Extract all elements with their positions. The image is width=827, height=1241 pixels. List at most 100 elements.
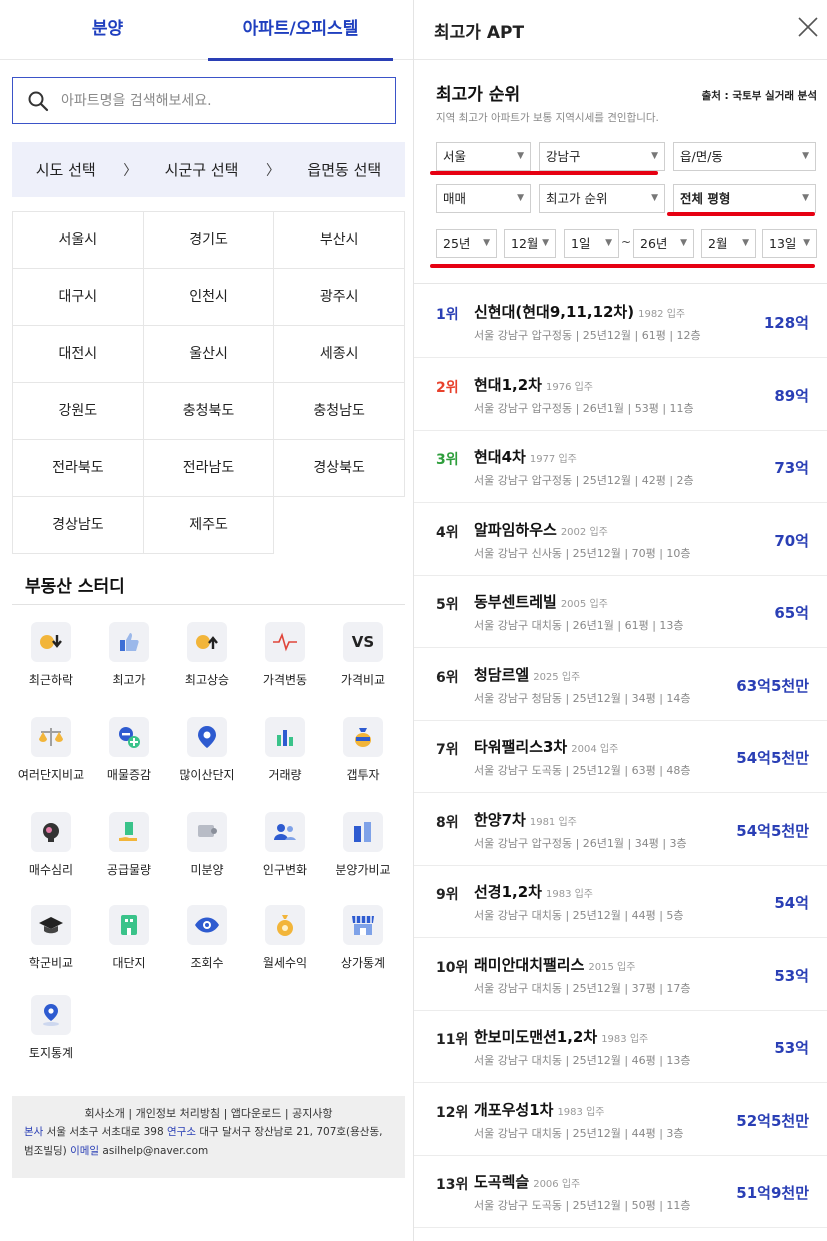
vs-icon: VS xyxy=(343,622,383,662)
apartment-name: 신현대(현대9,11,12차) 1982 입주 xyxy=(474,303,686,321)
rank-label: 12위 xyxy=(436,1104,469,1121)
region-cell[interactable]: 세종시 xyxy=(274,326,406,383)
tool-highest-rise[interactable]: 최고상승 xyxy=(168,622,246,689)
footer-links[interactable]: 회사소개 | 개인정보 처리방침 | 앱다운로드 | 공지사항 xyxy=(24,1104,393,1123)
region-cell[interactable]: 울산시 xyxy=(143,326,275,383)
order-select[interactable]: 최고가 순위 ▼ xyxy=(539,184,665,213)
tab-apartment-officetel[interactable]: 아파트/오피스텔 xyxy=(208,0,393,61)
search-box[interactable] xyxy=(12,77,396,124)
dropdown-arrow-icon: ▼ xyxy=(803,238,810,248)
price: 70억 xyxy=(774,531,809,550)
to-year-select[interactable]: 26년 ▼ xyxy=(633,229,694,258)
ranking-item[interactable]: 7위 타워팰리스3차 2004 입주 서울 강남구 도곡동 | 25년12월 | 63… xyxy=(414,721,827,793)
rank-label: 13위 xyxy=(436,1177,469,1193)
select-eupmyeondong[interactable]: 읍면동 선택 xyxy=(307,159,381,180)
region-cell[interactable]: 대전시 xyxy=(13,326,144,383)
scale-icon xyxy=(31,717,71,757)
apartment-name: 도곡렉슬 2006 입주 xyxy=(474,1173,581,1191)
ranking-item[interactable]: 3위 현대4차 1977 입주 서울 강남구 압구정동 | 25년12월 | 42평 … xyxy=(414,431,827,503)
search-icon xyxy=(28,91,49,112)
deal-type-select[interactable]: 매매 ▼ xyxy=(436,184,531,213)
size-select[interactable]: 전체 평형 ▼ xyxy=(673,184,816,213)
ranking-item[interactable]: 2위 현대1,2차 1976 입주 서울 강남구 압구정동 | 26년1월 | 53평… xyxy=(414,359,827,431)
apartment-name: 청담르엘 2025 입주 xyxy=(474,665,581,684)
apartment-name: 현대4차 1977 입주 xyxy=(474,448,577,466)
tab-presale[interactable]: 분양 xyxy=(20,0,195,60)
region-cell[interactable]: 대구시 xyxy=(13,269,144,326)
dropdown-arrow-icon: ▼ xyxy=(802,151,809,161)
ranking-item[interactable]: 1위 신현대(현대9,11,12차) 1982 입주 서울 강남구 압구정동 | 25… xyxy=(414,286,827,358)
tool-rent-income[interactable]: 월세수익 xyxy=(246,905,324,972)
region-cell[interactable]: 경상남도 xyxy=(13,497,144,554)
region-cell[interactable]: 부산시 xyxy=(274,212,406,269)
tool-price-compare[interactable]: VS 가격비교 xyxy=(324,622,402,689)
ranking-item[interactable]: 4위 알파임하우스 2002 입주 서울 강남구 신사동 | 25년12월 | 70평… xyxy=(414,504,827,576)
dropdown-arrow-icon: ▼ xyxy=(802,193,809,203)
tool-land-stats[interactable]: 토지통계 xyxy=(12,995,90,1062)
apartment-meta: 서울 강남구 신사동 | 25년12월 | 70평 | 10층 xyxy=(474,546,691,560)
tool-most-bought[interactable]: 많이산단지 xyxy=(168,717,246,784)
tool-price-change[interactable]: 가격변동 xyxy=(246,622,324,689)
from-month-select[interactable]: 12월 ▼ xyxy=(504,229,556,258)
region-cell[interactable]: 경기도 xyxy=(143,212,275,269)
apartment-name: 한보미도맨션1,2차 1983 입주 xyxy=(474,1028,649,1046)
ranking-item[interactable]: 10위 래미안대치팰리스 2015 입주 서울 강남구 대치동 | 25년12월 | … xyxy=(414,939,827,1011)
region-cell[interactable]: 서울시 xyxy=(13,212,144,269)
to-day-select[interactable]: 13일 ▼ xyxy=(762,229,817,258)
tool-supply[interactable]: 공급물량 xyxy=(90,812,168,879)
region-cell[interactable]: 충청남도 xyxy=(274,383,406,440)
region-cell[interactable]: 전라북도 xyxy=(13,440,144,497)
region-cell[interactable]: 인천시 xyxy=(143,269,275,326)
apartment-name: 한양7차 1981 입주 xyxy=(474,810,577,829)
tool-presale-compare[interactable]: 분양가비교 xyxy=(324,812,402,879)
tool-large-complex[interactable]: 대단지 xyxy=(90,905,168,972)
building-hand-icon xyxy=(109,812,149,852)
dropdown-arrow-icon: ▼ xyxy=(605,238,612,248)
tool-highest-price[interactable]: 최고가 xyxy=(90,622,168,689)
tool-listing-change[interactable]: 매물증감 xyxy=(90,717,168,784)
region-breadcrumb: 시도 선택 〉 시군구 선택 〉 읍면동 선택 xyxy=(12,142,405,197)
apartment-meta: 서울 강남구 대치동 | 25년12월 | 44평 | 3층 xyxy=(474,1126,684,1140)
tool-trade-volume[interactable]: 거래량 xyxy=(246,717,324,784)
tool-view-count[interactable]: 조회수 xyxy=(168,905,246,972)
select-sido[interactable]: 시도 선택 xyxy=(36,159,96,180)
tool-buyer-sentiment[interactable]: 매수심리 xyxy=(12,812,90,879)
region-cell[interactable]: 광주시 xyxy=(274,269,406,326)
region-cell[interactable]: 전라남도 xyxy=(143,440,275,497)
close-icon[interactable] xyxy=(795,14,821,40)
tool-population[interactable]: 인구변화 xyxy=(246,812,324,879)
region-cell[interactable]: 경상북도 xyxy=(274,440,406,497)
tool-store-stats[interactable]: 상가통계 xyxy=(324,905,402,972)
region-cell[interactable]: 제주도 xyxy=(143,497,275,554)
select-sigungu[interactable]: 시군구 선택 xyxy=(165,159,239,180)
ranking-item[interactable]: 5위 동부센트레빌 2005 입주 서울 강남구 대치동 | 26년1월 | 61평 … xyxy=(414,576,827,648)
search-input[interactable] xyxy=(59,86,379,116)
move-in-year: 1982 입주 xyxy=(638,309,686,320)
sigungu-select[interactable]: 강남구 ▼ xyxy=(539,142,665,171)
rank-label: 4위 xyxy=(436,524,459,541)
ranking-item[interactable]: 6위 청담르엘 2025 입주 서울 강남구 청담동 | 25년12월 | 34평 |… xyxy=(414,649,827,721)
move-in-year: 1981 입주 xyxy=(529,816,577,828)
tool-school-district[interactable]: 학군비교 xyxy=(12,905,90,972)
region-cell[interactable]: 충청북도 xyxy=(143,383,275,440)
from-year-select[interactable]: 25년 ▼ xyxy=(436,229,497,258)
panel-header: 최고가 APT xyxy=(414,0,827,60)
region-cell[interactable]: 강원도 xyxy=(13,383,144,440)
tool-multi-compare[interactable]: 여러단지비교 xyxy=(12,717,90,784)
to-month-select[interactable]: 2월 ▼ xyxy=(701,229,756,258)
sido-select[interactable]: 서울 ▼ xyxy=(436,142,531,171)
tool-recent-drop[interactable]: 최근하락 xyxy=(12,622,90,689)
tool-gap-investment[interactable]: 갭투자 xyxy=(324,717,402,784)
move-in-year: 2025 입주 xyxy=(533,671,581,683)
ranking-item[interactable]: 12위 개포우성1차 1983 입주 서울 강남구 대치동 | 25년12월 | 44… xyxy=(414,1084,827,1156)
move-in-year: 1976 입주 xyxy=(545,381,594,393)
tool-unsold[interactable]: 미분양 xyxy=(168,812,246,879)
price: 89억 xyxy=(774,386,809,405)
from-day-select[interactable]: 1일 ▼ xyxy=(564,229,619,258)
dong-select[interactable]: 읍/면/동 ▼ xyxy=(673,142,816,171)
ranking-item[interactable]: 13위 도곡렉슬 2006 입주 서울 강남구 도곡동 | 25년12월 | 50평 … xyxy=(414,1156,827,1228)
ranking-item[interactable]: 11위 한보미도맨션1,2차 1983 입주 서울 강남구 대치동 | 25년12월 … xyxy=(414,1011,827,1083)
ranking-item[interactable]: 9위 선경1,2차 1983 입주 서울 강남구 대치동 | 25년12월 | 44평… xyxy=(414,866,827,938)
ranking-item[interactable]: 8위 한양7차 1981 입주 서울 강남구 압구정동 | 26년1월 | 34평 |… xyxy=(414,794,827,866)
apartment-name: 래미안대치팰리스 2015 입주 xyxy=(474,955,636,974)
